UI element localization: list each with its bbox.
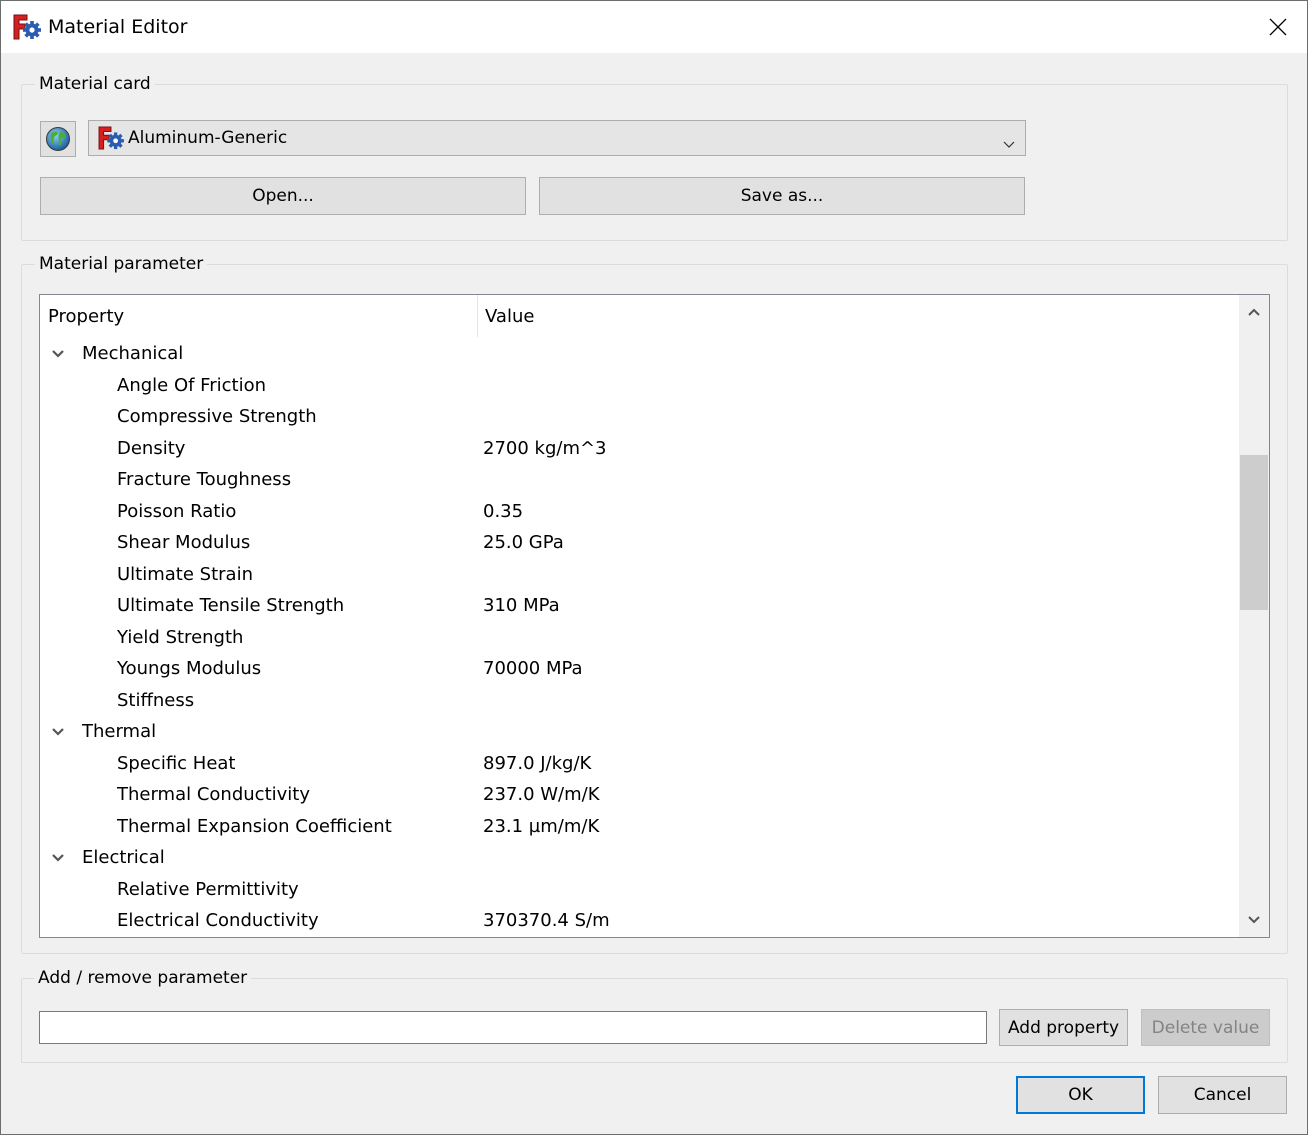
tree-row[interactable]: Angle Of Friction: [40, 370, 1240, 402]
property-name: Stiffness: [117, 689, 195, 711]
tree-row[interactable]: Relative Permittivity: [40, 874, 1240, 906]
tree-row[interactable]: Electrical Conductivity 370370.4 S/m: [40, 905, 1240, 937]
chevron-down-icon[interactable]: [50, 724, 66, 740]
property-name: Fracture Toughness: [117, 469, 292, 491]
save-as-button[interactable]: Save as...: [539, 177, 1025, 215]
property-value[interactable]: 2700 kg/m^3: [483, 438, 607, 459]
property-name: Poisson Ratio: [117, 500, 237, 522]
tree-row[interactable]: Youngs Modulus 70000 MPa: [40, 653, 1240, 685]
tree-row[interactable]: Ultimate Tensile Strength 310 MPa: [40, 590, 1240, 622]
tree-group-label: Electrical: [82, 847, 165, 869]
tree-row[interactable]: Thermal Expansion Coefficient 23.1 µm/m/K: [40, 811, 1240, 843]
close-icon: [1269, 18, 1287, 36]
tree-row[interactable]: Density 2700 kg/m^3: [40, 433, 1240, 465]
property-name: Thermal Expansion Coefficient: [117, 815, 392, 837]
tree-row[interactable]: Poisson Ratio 0.35: [40, 496, 1240, 528]
material-parameter-group-title: Material parameter: [35, 254, 208, 274]
property-value[interactable]: 70000 MPa: [483, 658, 583, 679]
property-name: Compressive Strength: [117, 406, 317, 428]
vertical-scrollbar[interactable]: [1239, 295, 1269, 937]
selected-material-card: Aluminum-Generic: [128, 128, 288, 148]
tree-group-electrical[interactable]: Electrical: [40, 842, 1240, 874]
tree-group-mechanical[interactable]: Mechanical: [40, 338, 1240, 370]
scroll-up-button[interactable]: [1239, 295, 1269, 329]
tree-row[interactable]: Specific Heat 897.0 J/kg/K: [40, 748, 1240, 780]
property-value[interactable]: 23.1 µm/m/K: [483, 816, 599, 837]
tree-group-label: Thermal: [82, 721, 157, 743]
property-name: Yield Strength: [117, 626, 244, 648]
material-property-tree[interactable]: Property Value Mechanical Angle Of Fricti…: [39, 294, 1270, 938]
tree-row[interactable]: Shear Modulus 25.0 GPa: [40, 527, 1240, 559]
chevron-down-icon[interactable]: [50, 850, 66, 866]
column-header-value[interactable]: Value: [485, 295, 534, 337]
globe-icon: [46, 127, 70, 151]
property-name: Thermal Conductivity: [117, 784, 310, 806]
property-value[interactable]: 370370.4 S/m: [483, 910, 610, 931]
freecad-app-icon: [13, 14, 41, 40]
tree-row[interactable]: Compressive Strength: [40, 401, 1240, 433]
property-value[interactable]: 897.0 J/kg/K: [483, 753, 591, 774]
property-name: Relative Permittivity: [117, 878, 299, 900]
material-card-group-title: Material card: [35, 74, 155, 94]
property-value[interactable]: 310 MPa: [483, 595, 560, 616]
property-value[interactable]: 25.0 GPa: [483, 532, 564, 553]
property-name: Angle Of Friction: [117, 374, 266, 396]
property-name: Shear Modulus: [117, 532, 251, 554]
chevron-up-icon: [1248, 308, 1260, 316]
add-remove-parameter-group-title: Add / remove parameter: [34, 968, 252, 988]
property-value[interactable]: 0.35: [483, 501, 523, 522]
tree-group-thermal[interactable]: Thermal: [40, 716, 1240, 748]
tree-row[interactable]: Thermal Conductivity 237.0 W/m/K: [40, 779, 1240, 811]
property-name: Specific Heat: [117, 752, 236, 774]
chevron-down-icon[interactable]: [50, 346, 66, 362]
property-name-input[interactable]: [39, 1011, 987, 1044]
add-property-button[interactable]: Add property: [999, 1009, 1128, 1046]
ok-button[interactable]: OK: [1016, 1076, 1145, 1114]
tree-row[interactable]: Ultimate Strain: [40, 559, 1240, 591]
open-button[interactable]: Open...: [40, 177, 526, 215]
title-bar: Material Editor: [1, 1, 1307, 53]
freecad-material-icon: [98, 126, 124, 150]
tree-header: Property Value: [40, 295, 1240, 337]
property-name: Electrical Conductivity: [117, 910, 319, 932]
material-library-button[interactable]: [40, 121, 76, 157]
property-name: Youngs Modulus: [117, 658, 262, 680]
tree-row[interactable]: Stiffness: [40, 685, 1240, 717]
close-button[interactable]: [1249, 1, 1307, 53]
material-editor-window: Material Editor Material card Aluminum-G…: [0, 0, 1308, 1135]
window-title: Material Editor: [48, 16, 188, 38]
delete-value-button[interactable]: Delete value: [1141, 1009, 1270, 1046]
material-card-select[interactable]: Aluminum-Generic: [88, 120, 1026, 156]
chevron-down-icon: [1003, 133, 1015, 154]
tree-row[interactable]: Fracture Toughness: [40, 464, 1240, 496]
column-divider[interactable]: [477, 295, 478, 337]
property-name: Density: [117, 437, 186, 459]
scroll-down-button[interactable]: [1239, 903, 1269, 937]
chevron-down-icon: [1248, 916, 1260, 924]
column-header-property[interactable]: Property: [48, 295, 124, 337]
cancel-button[interactable]: Cancel: [1158, 1076, 1287, 1114]
property-name: Ultimate Strain: [117, 563, 253, 585]
property-value[interactable]: 237.0 W/m/K: [483, 784, 600, 805]
tree-group-label: Mechanical: [82, 343, 184, 365]
tree-row[interactable]: Yield Strength: [40, 622, 1240, 654]
property-name: Ultimate Tensile Strength: [117, 595, 345, 617]
scroll-thumb[interactable]: [1240, 455, 1268, 611]
material-card-group: [21, 84, 1288, 241]
